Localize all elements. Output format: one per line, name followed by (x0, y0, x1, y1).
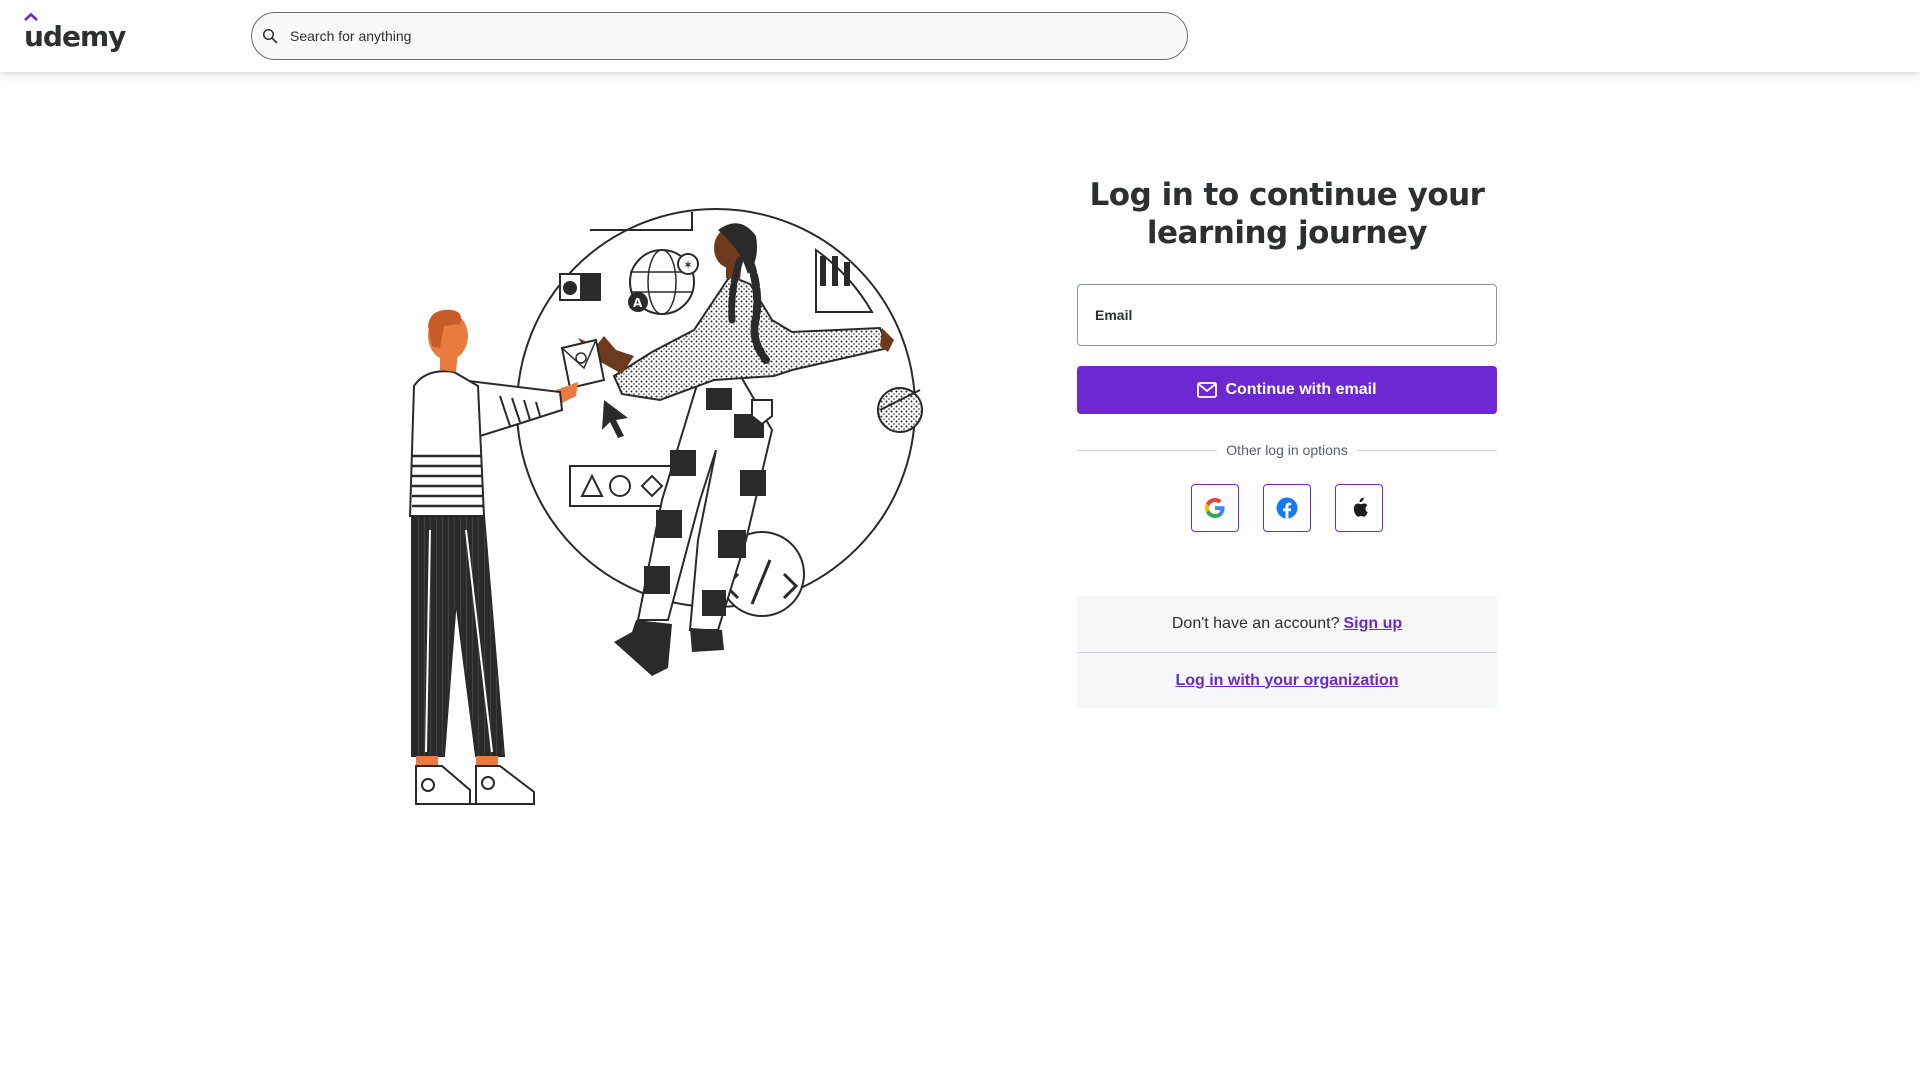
udemy-logo[interactable]: udemy (24, 13, 126, 58)
options-divider: Other log in options (1077, 442, 1497, 458)
search-input[interactable] (288, 16, 1168, 56)
sign-up-link[interactable]: Sign up (1343, 615, 1402, 633)
signup-prompt: Don't have an account? (1171, 615, 1340, 632)
signup-row: Don't have an account? Sign up (1077, 596, 1497, 652)
mail-icon (1197, 382, 1218, 398)
divider-line-left (1077, 449, 1218, 451)
email-field[interactable]: Email (1077, 284, 1497, 346)
continue-with-email-button[interactable]: Continue with email (1077, 366, 1497, 414)
svg-text:✶: ✶ (683, 258, 693, 272)
search-icon[interactable] (260, 26, 280, 46)
login-panel: Log in to continue your learning journey… (1077, 176, 1497, 708)
page-title: Log in to continue your learning journey (1089, 177, 1485, 251)
continue-with-email-label: Continue with email (1225, 381, 1377, 398)
facebook-login-button[interactable] (1263, 484, 1311, 532)
apple-login-button[interactable] (1335, 484, 1383, 532)
facebook-icon (1276, 497, 1298, 519)
google-login-button[interactable] (1191, 484, 1239, 532)
google-icon (1205, 498, 1225, 518)
divider-line-right (1356, 449, 1497, 451)
divider-text: Other log in options (1226, 442, 1348, 458)
logo-text: udemy (24, 19, 126, 53)
top-header: udemy (0, 0, 1920, 72)
organization-row: Log in with your organization (1077, 652, 1497, 708)
svg-text:A: A (633, 296, 643, 310)
apple-icon (1353, 497, 1368, 517)
signup-box: Don't have an account? Sign up Log in wi… (1077, 596, 1497, 708)
organization-login-link[interactable]: Log in with your organization (1175, 672, 1398, 690)
email-label: Email (1095, 307, 1133, 323)
logo-roof-icon (24, 13, 38, 21)
social-login-row (1077, 484, 1497, 532)
learning-illustration: ✶ A (408, 208, 923, 805)
search-bar[interactable] (251, 12, 1188, 60)
